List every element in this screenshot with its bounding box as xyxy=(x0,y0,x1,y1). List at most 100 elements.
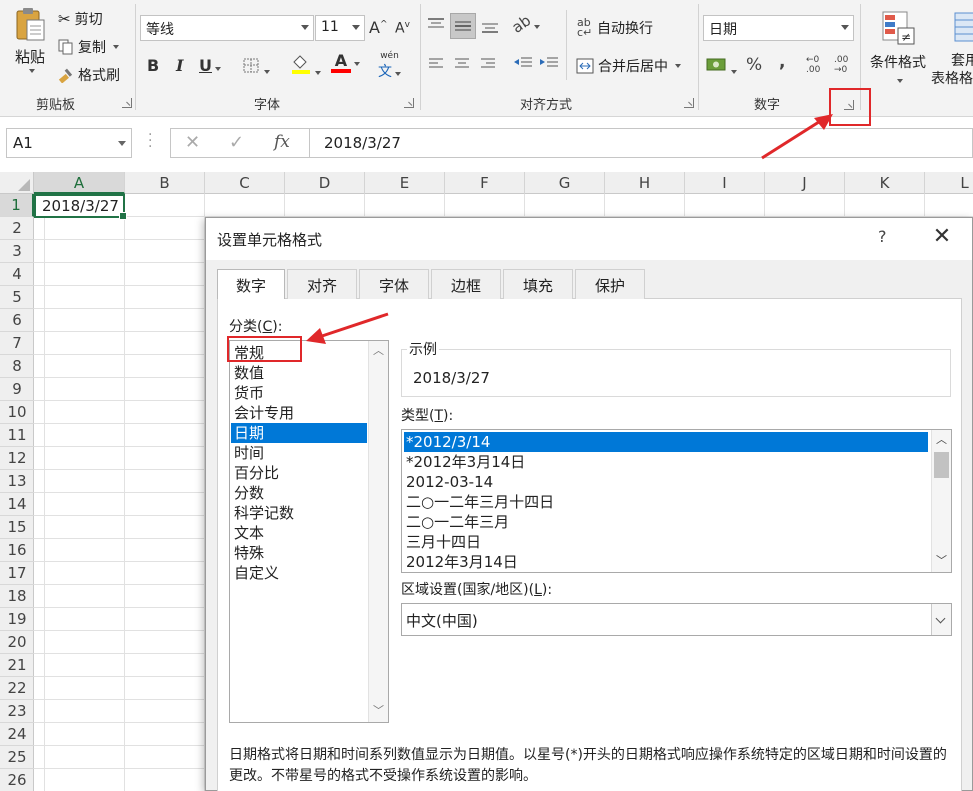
font-name-combo[interactable]: 等线 xyxy=(140,15,314,41)
scroll-up-icon[interactable]: ︿ xyxy=(373,345,384,356)
align-bottom-icon[interactable] xyxy=(481,20,499,34)
borders-button[interactable] xyxy=(243,58,270,78)
row-header[interactable]: 10 xyxy=(0,401,34,424)
tab-protection[interactable]: 保护 xyxy=(575,269,645,299)
row-header[interactable]: 19 xyxy=(0,608,34,631)
category-currency[interactable]: 货币 xyxy=(231,383,367,403)
merge-center-button[interactable]: 合并后居中 xyxy=(576,56,681,76)
category-number[interactable]: 数值 xyxy=(231,363,367,383)
row-header[interactable]: 3 xyxy=(0,240,34,263)
column-header-e[interactable]: E xyxy=(365,172,445,194)
row-header[interactable]: 5 xyxy=(0,286,34,309)
row-header[interactable]: 26 xyxy=(0,769,34,791)
increase-indent-icon[interactable] xyxy=(539,56,559,72)
locale-select[interactable]: 中文(中国) xyxy=(401,603,952,636)
row-header[interactable]: 21 xyxy=(0,654,34,677)
decrease-indent-icon[interactable] xyxy=(513,56,533,72)
increase-decimal-button[interactable]: ←0.00 xyxy=(806,55,820,75)
row-header[interactable]: 7 xyxy=(0,332,34,355)
confirm-entry-icon[interactable]: ✓ xyxy=(229,132,244,153)
select-all-corner[interactable] xyxy=(0,172,34,194)
row-header[interactable]: 9 xyxy=(0,378,34,401)
row-header[interactable]: 15 xyxy=(0,516,34,539)
cut-button[interactable]: ✂ 剪切 xyxy=(58,9,103,29)
column-header-l[interactable]: L xyxy=(925,172,973,194)
type-item[interactable]: 二○一二年三月十四日 xyxy=(404,492,928,512)
format-as-table-button[interactable]: 套用 表格格 xyxy=(931,10,973,87)
column-header-a[interactable]: A xyxy=(34,172,125,194)
active-cell-a1[interactable]: 2018/3/27 xyxy=(34,194,127,220)
align-right-icon[interactable] xyxy=(480,58,496,71)
scroll-down-icon[interactable]: ﹀ xyxy=(936,555,947,566)
name-box[interactable]: A1 xyxy=(6,128,132,158)
row-header[interactable]: 14 xyxy=(0,493,34,516)
bold-button[interactable]: B xyxy=(147,56,159,75)
row-header[interactable]: 11 xyxy=(0,424,34,447)
column-header-c[interactable]: C xyxy=(205,172,285,194)
paste-button[interactable]: 粘贴 xyxy=(8,6,52,73)
category-custom[interactable]: 自定义 xyxy=(231,563,367,583)
more-options-icon[interactable]: · · · xyxy=(148,128,152,154)
scroll-thumb[interactable] xyxy=(934,452,949,478)
orientation-button[interactable]: ab xyxy=(509,11,540,37)
percent-button[interactable]: % xyxy=(746,55,762,75)
category-accounting[interactable]: 会计专用 xyxy=(231,403,367,423)
column-header-i[interactable]: I xyxy=(685,172,765,194)
font-color-button[interactable]: A xyxy=(331,53,360,73)
type-item[interactable]: *2012/3/14 xyxy=(404,432,928,452)
row-header[interactable]: 4 xyxy=(0,263,34,286)
column-header-j[interactable]: J xyxy=(765,172,845,194)
accounting-format-button[interactable] xyxy=(706,56,737,78)
type-item[interactable]: 2012年3月14日 xyxy=(404,552,928,572)
dialog-title-bar[interactable]: 设置单元格格式 ? ✕ xyxy=(206,218,972,260)
type-list[interactable]: *2012/3/14 *2012年3月14日 2012-03-14 二○一二年三… xyxy=(401,429,952,573)
category-date[interactable]: 日期 xyxy=(231,423,367,443)
column-header-d[interactable]: D xyxy=(285,172,365,194)
row-header[interactable]: 1 xyxy=(0,194,34,217)
row-header[interactable]: 2 xyxy=(0,217,34,240)
underline-button[interactable]: U xyxy=(199,56,221,75)
scroll-down-icon[interactable]: ﹀ xyxy=(373,705,384,716)
column-header-h[interactable]: H xyxy=(605,172,685,194)
phonetic-button[interactable]: wén 文 xyxy=(378,52,401,81)
decrease-decimal-button[interactable]: .00 →0 xyxy=(834,55,848,75)
close-icon[interactable]: ✕ xyxy=(928,224,956,252)
category-list[interactable]: 常规 数值 货币 会计专用 日期 时间 百分比 分数 科学记数 文本 特殊 自定… xyxy=(229,340,389,723)
italic-button[interactable]: I xyxy=(176,56,183,75)
tab-border[interactable]: 边框 xyxy=(431,269,501,299)
category-text[interactable]: 文本 xyxy=(231,523,367,543)
row-header[interactable]: 16 xyxy=(0,539,34,562)
row-header[interactable]: 20 xyxy=(0,631,34,654)
row-header[interactable]: 25 xyxy=(0,746,34,769)
font-launcher-icon[interactable] xyxy=(404,98,414,108)
wrap-text-button[interactable]: ab c↵ 自动换行 xyxy=(577,17,653,38)
format-painter-button[interactable]: 格式刷 xyxy=(58,65,120,85)
category-percentage[interactable]: 百分比 xyxy=(231,463,367,483)
chevron-down-icon[interactable] xyxy=(931,604,951,635)
type-item[interactable]: 2012-03-14 xyxy=(404,472,928,492)
row-header[interactable]: 23 xyxy=(0,700,34,723)
clipboard-launcher-icon[interactable] xyxy=(122,98,132,108)
category-scrollbar[interactable]: ︿ ﹀ xyxy=(368,341,388,722)
row-header[interactable]: 24 xyxy=(0,723,34,746)
cancel-entry-icon[interactable]: ✕ xyxy=(185,132,200,153)
column-header-f[interactable]: F xyxy=(445,172,525,194)
row-header[interactable]: 17 xyxy=(0,562,34,585)
grow-font-button[interactable]: A^ xyxy=(369,18,388,37)
row-header[interactable]: 18 xyxy=(0,585,34,608)
row-header[interactable]: 13 xyxy=(0,470,34,493)
number-format-combo[interactable]: 日期 xyxy=(703,15,854,41)
copy-button[interactable]: 复制 xyxy=(58,37,119,57)
row-header[interactable]: 12 xyxy=(0,447,34,470)
fill-color-button[interactable] xyxy=(290,53,321,79)
formula-input[interactable]: 2018/3/27 xyxy=(310,128,973,158)
help-icon[interactable]: ? xyxy=(878,227,887,246)
font-size-combo[interactable]: 11 xyxy=(315,15,365,41)
tab-fill[interactable]: 填充 xyxy=(503,269,573,299)
shrink-font-button[interactable]: Av xyxy=(395,20,410,37)
alignment-launcher-icon[interactable] xyxy=(684,98,694,108)
comma-style-button[interactable]: , xyxy=(779,52,785,72)
conditional-format-button[interactable]: ≠ 条件格式 xyxy=(865,10,931,87)
category-scientific[interactable]: 科学记数 xyxy=(231,503,367,523)
column-header-k[interactable]: K xyxy=(845,172,925,194)
